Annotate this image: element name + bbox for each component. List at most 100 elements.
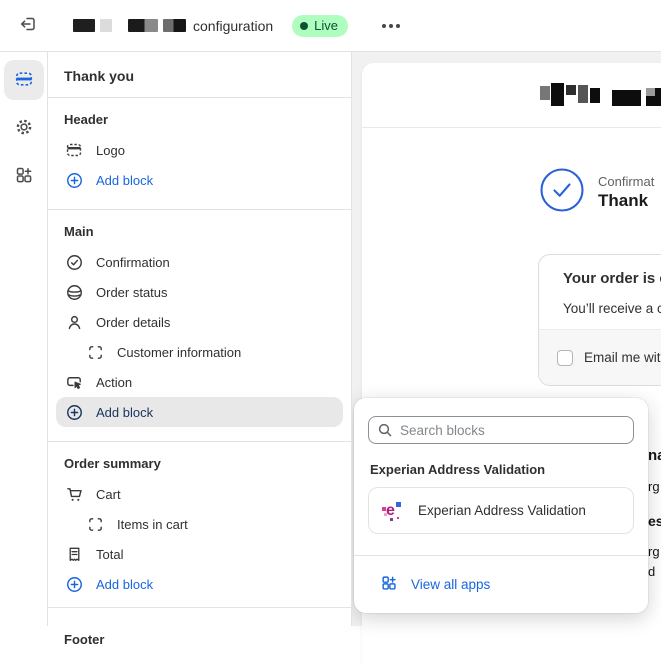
sidebar-item-label: Total xyxy=(96,546,124,562)
order-status-icon xyxy=(64,282,84,302)
clipped-text-fragment: es xyxy=(648,513,661,529)
redacted-logo-block xyxy=(540,86,550,100)
section-heading: Footer xyxy=(64,632,105,647)
gear-icon xyxy=(14,117,34,140)
view-all-apps-label: View all apps xyxy=(411,576,491,592)
redacted-title-block xyxy=(73,19,95,32)
panel-title: Thank you xyxy=(64,68,135,84)
brackets-icon xyxy=(85,342,105,362)
live-dot-icon xyxy=(300,21,309,30)
confirmation-block: Confirmat Thank xyxy=(540,168,654,217)
preview-header xyxy=(362,63,661,128)
experian-logo-icon: e xyxy=(382,500,404,522)
app-block-experian[interactable]: e Experian Address Validation xyxy=(368,487,634,534)
clipped-text-fragment: rg xyxy=(648,479,660,494)
redacted-title-block xyxy=(100,19,112,32)
person-icon xyxy=(64,312,84,332)
rail-apps-button[interactable] xyxy=(4,156,44,196)
add-circle-icon xyxy=(64,402,84,422)
page-title-text: configuration xyxy=(193,17,274,34)
clipped-text-fragment: d xyxy=(648,564,656,579)
exit-editor-button[interactable] xyxy=(12,10,44,42)
add-circle-icon xyxy=(64,574,84,594)
section-order-summary: Order summary Cart Items in cart Total A… xyxy=(48,442,351,607)
confirmation-check-icon xyxy=(540,168,584,217)
redacted-logo-block xyxy=(590,88,600,103)
sidebar-item-order-details[interactable]: Order details xyxy=(48,307,351,337)
sidebar-item-cart[interactable]: Cart xyxy=(48,479,351,509)
dot-icon xyxy=(396,23,401,28)
order-card-title: Your order is c xyxy=(563,270,661,287)
redacted-logo-block xyxy=(612,90,641,106)
page-title: configuration xyxy=(73,18,273,34)
redacted-logo-block xyxy=(646,88,655,96)
add-circle-icon xyxy=(64,170,84,190)
clipped-text-fragment: na xyxy=(648,447,661,464)
section-heading: Main xyxy=(64,224,94,239)
apps-plus-icon xyxy=(380,574,398,595)
app-block-label: Experian Address Validation xyxy=(418,503,586,518)
add-block-label: Add block xyxy=(96,404,154,420)
add-block-header-button[interactable]: Add block xyxy=(48,165,351,195)
redacted-logo-block xyxy=(566,85,576,95)
popover-group-heading: Experian Address Validation xyxy=(370,462,546,477)
add-block-main-button[interactable]: Add block xyxy=(56,397,343,427)
search-blocks-input[interactable] xyxy=(368,416,634,444)
rail-settings-button[interactable] xyxy=(4,108,44,148)
confirmation-title: Thank xyxy=(598,191,649,210)
add-block-popover: Experian Address Validation e Experian A… xyxy=(354,398,648,613)
sidebar-item-label: Confirmation xyxy=(96,254,170,270)
cursor-icon xyxy=(64,372,84,392)
sidebar-item-action[interactable]: Action xyxy=(48,367,351,397)
add-block-label: Add block xyxy=(96,172,154,188)
clipped-text-fragment: rg xyxy=(648,544,660,559)
dot-icon xyxy=(389,23,394,28)
rail-sections-button[interactable] xyxy=(4,60,44,100)
live-status-badge: Live xyxy=(292,14,349,37)
sidebar-item-label: Order status xyxy=(96,284,168,300)
sidebar-item-label: Customer information xyxy=(117,344,242,360)
preview-canvas: Confirmat Thank Your order is c You’ll r… xyxy=(352,52,661,663)
email-opt-in-checkbox[interactable] xyxy=(557,349,573,366)
dot-icon xyxy=(382,23,387,28)
sidebar-item-customer-information[interactable]: Customer information xyxy=(48,337,351,367)
section-footer: Footer xyxy=(48,608,351,655)
section-heading: Order summary xyxy=(64,456,161,471)
email-opt-in-label: Email me wit xyxy=(584,350,661,365)
sidebar-item-total[interactable]: Total xyxy=(48,539,351,569)
view-all-apps-button[interactable]: View all apps xyxy=(354,556,648,612)
live-badge-label: Live xyxy=(314,18,339,33)
section-heading: Header xyxy=(64,112,109,127)
redacted-title-block xyxy=(128,19,158,32)
more-options-button[interactable] xyxy=(376,18,406,34)
sidebar-item-label: Action xyxy=(96,374,133,390)
add-block-summary-button[interactable]: Add block xyxy=(48,569,351,599)
redacted-logo-block xyxy=(551,83,564,106)
add-block-label: Add block xyxy=(96,576,154,592)
section-header: Header Logo Add block xyxy=(48,98,351,209)
order-card-body: You’ll receive a c xyxy=(563,301,661,316)
apps-icon xyxy=(14,165,34,188)
redacted-logo-block xyxy=(578,85,588,103)
order-confirmed-card: Your order is c You’ll receive a c Email… xyxy=(538,254,661,386)
section-main: Main Confirmation Order status Order det… xyxy=(48,210,351,441)
sidebar-item-label: Logo xyxy=(96,142,125,158)
sidebar-item-label: Items in cart xyxy=(117,516,188,532)
sidebar-item-logo[interactable]: Logo xyxy=(48,135,351,165)
redacted-title-block xyxy=(163,19,186,32)
logo-icon xyxy=(64,140,84,160)
sections-panel: Thank you Header Logo Add block Main Con… xyxy=(48,52,352,647)
brackets-icon xyxy=(85,514,105,534)
check-circle-icon xyxy=(64,252,84,272)
sidebar-item-order-status[interactable]: Order status xyxy=(48,277,351,307)
sidebar-item-items-in-cart[interactable]: Items in cart xyxy=(48,509,351,539)
search-blocks-field xyxy=(368,416,634,444)
cart-icon xyxy=(64,484,84,504)
sidebar-item-label: Order details xyxy=(96,314,171,330)
left-icon-rail xyxy=(0,52,48,626)
receipt-icon xyxy=(64,544,84,564)
sidebar-item-confirmation[interactable]: Confirmation xyxy=(48,247,351,277)
exit-icon xyxy=(18,14,38,37)
confirmation-kicker: Confirmat xyxy=(598,174,655,189)
sidebar-item-label: Cart xyxy=(96,486,121,502)
